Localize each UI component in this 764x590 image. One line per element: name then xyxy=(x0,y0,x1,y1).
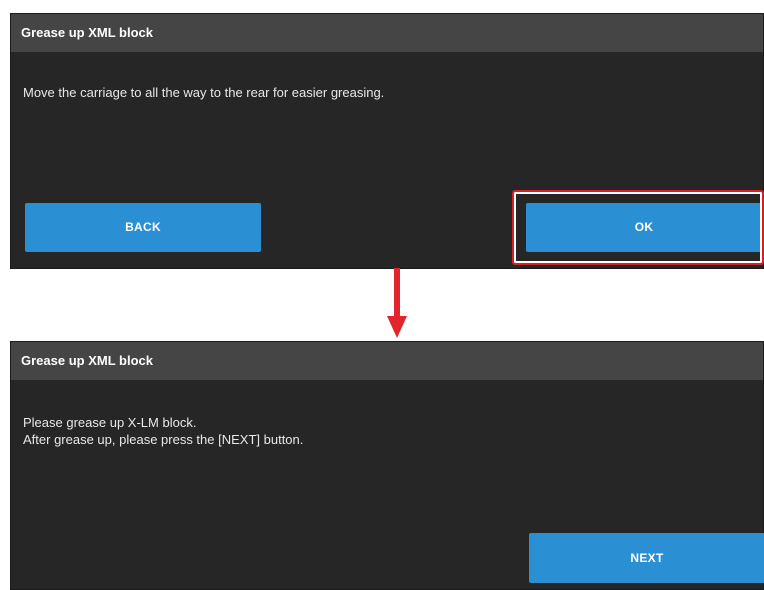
message-line: Please grease up X-LM block. xyxy=(23,415,197,430)
ok-button-highlight xyxy=(512,190,764,265)
dialog-title: Grease up XML block xyxy=(11,14,763,52)
next-button[interactable]: NEXT xyxy=(529,533,764,583)
dialog-message: Please grease up X-LM block. After greas… xyxy=(23,414,303,448)
dialog-message: Move the carriage to all the way to the … xyxy=(23,85,385,100)
dialog-title: Grease up XML block xyxy=(11,342,763,380)
back-button[interactable]: BACK xyxy=(25,203,261,252)
message-line: After grease up, please press the [NEXT]… xyxy=(23,432,304,447)
down-arrow-icon xyxy=(387,268,407,338)
dialog-step-2: Grease up XML block Please grease up X-L… xyxy=(10,341,764,590)
